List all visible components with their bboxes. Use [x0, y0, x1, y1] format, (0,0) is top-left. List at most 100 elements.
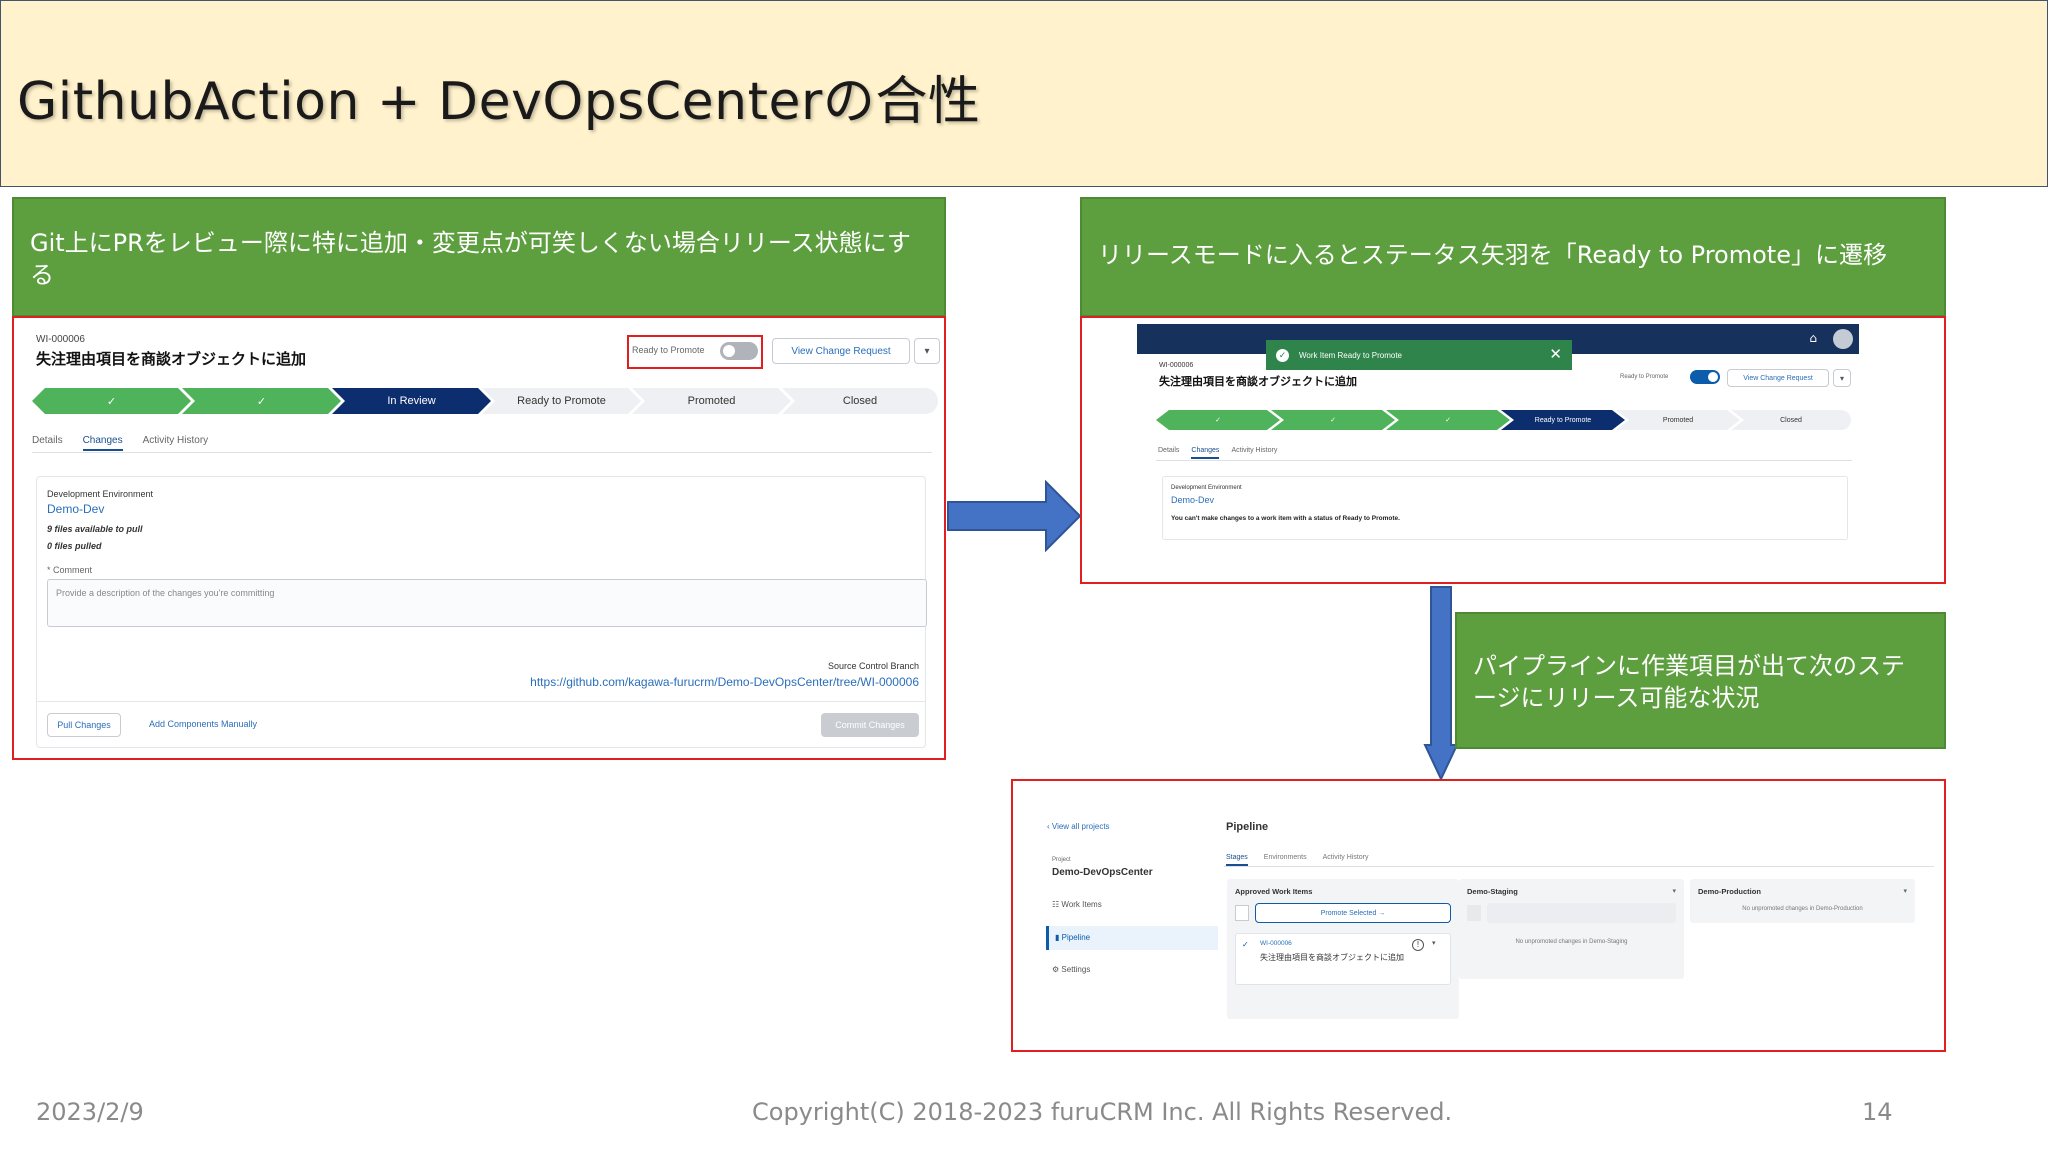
nav-pipeline-label: ▮ Pipeline: [1055, 933, 1090, 942]
tabs-divider-2: [1156, 460, 1852, 461]
source-branch-link[interactable]: https://github.com/kagawa-furucrm/Demo-D…: [530, 675, 919, 689]
stage-path: ✓ ✓ In Review Ready to Promote Promoted Close…: [32, 388, 938, 414]
ss1-stage-1[interactable]: ✓: [32, 388, 191, 414]
card-id[interactable]: WI-000006: [1260, 940, 1292, 947]
arrow-down-icon: [1423, 586, 1459, 781]
tabs-divider: [32, 452, 932, 453]
ss2-stage-6[interactable]: Closed: [1731, 410, 1851, 430]
ss2-tab-changes[interactable]: Changes: [1191, 447, 1220, 459]
home-icon[interactable]: ⌂: [1809, 331, 1817, 345]
column-approved-title: Approved Work Items: [1235, 887, 1313, 896]
ss3-tab-environments[interactable]: Environments: [1264, 854, 1307, 866]
production-menu-icon[interactable]: ▾: [1903, 887, 1907, 895]
ss2-stage-5[interactable]: Promoted: [1616, 410, 1740, 430]
nav-work-items-label: Work Items: [1061, 900, 1102, 909]
dev-env-link-2[interactable]: Demo-Dev: [1171, 495, 1214, 505]
staging-menu-icon[interactable]: ▾: [1672, 887, 1676, 895]
ss2-tab-activity-history[interactable]: Activity History: [1231, 447, 1277, 459]
slide-title: GithubAction + DevOpsCenterの合性: [17, 72, 981, 132]
callout-step2-text: リリースモードに入るとステータス矢羽を「Ready to Promote」に遷移: [1098, 241, 1887, 269]
callout-step3: パイプラインに作業項目が出て次のステージにリリース可能な状況: [1455, 612, 1946, 749]
pipeline-tabs-divider: [1224, 866, 1934, 867]
ss1-stage-2[interactable]: ✓: [182, 388, 341, 414]
gear-icon: ⚙: [1052, 965, 1060, 974]
files-pulled: 0 files pulled: [47, 541, 102, 551]
source-branch-label: Source Control Branch: [827, 661, 919, 671]
pipeline-title: Pipeline: [1226, 821, 1269, 833]
record-tabs: Details Changes Activity History: [32, 435, 208, 451]
footer-divider: [37, 701, 925, 702]
dev-env-link[interactable]: Demo-Dev: [47, 502, 104, 516]
card-menu-icon[interactable]: ▾: [1432, 939, 1436, 947]
callout-step1: Git上にPRをレビュー際に特に追加・変更点が可笑しくない場合リリース状態にする: [12, 197, 946, 317]
card-checkbox[interactable]: ✓: [1242, 940, 1249, 949]
view-change-request-button-2[interactable]: View Change Request: [1727, 369, 1829, 387]
ss2-stage-3[interactable]: ✓: [1386, 410, 1510, 430]
ss2-tab-details[interactable]: Details: [1158, 447, 1179, 459]
column-approved: Approved Work Items Promote Selected → ✓…: [1227, 879, 1459, 1019]
column-staging: Demo-Staging ▾ No unpromoted changes in …: [1459, 879, 1684, 979]
screenshot-work-item-review: WI-000006 失注理由項目を商談オブジェクトに追加 Ready to Pr…: [12, 316, 946, 760]
info-icon[interactable]: !: [1412, 939, 1424, 951]
chevron-down-icon-2[interactable]: ▾: [1833, 369, 1851, 387]
ss2-stage-4[interactable]: Ready to Promote: [1501, 410, 1625, 430]
add-components-link[interactable]: Add Components Manually: [149, 719, 257, 729]
work-item-id-2: WI-000006: [1159, 362, 1194, 369]
ss2-stage-1[interactable]: ✓: [1156, 410, 1280, 430]
avatar[interactable]: [1833, 329, 1853, 349]
staging-promote-button[interactable]: [1487, 903, 1676, 923]
back-link-text: View all projects: [1051, 822, 1110, 831]
production-empty-text: No unpromoted changes in Demo-Production: [1742, 906, 1863, 912]
chevron-down-icon[interactable]: ▾: [914, 338, 940, 364]
close-icon[interactable]: ✕: [1549, 345, 1562, 363]
promote-selected-button[interactable]: Promote Selected →: [1255, 903, 1451, 923]
column-production: Demo-Production ▾ No unpromoted changes …: [1690, 879, 1915, 923]
locked-notice: You can't make changes to a work item wi…: [1171, 515, 1400, 522]
ss2-stage-2[interactable]: ✓: [1271, 410, 1395, 430]
ss1-tab-details[interactable]: Details: [32, 435, 63, 451]
ss1-stage-3[interactable]: In Review: [332, 388, 491, 414]
footer-date: 2023/2/9: [36, 1098, 144, 1126]
comment-input[interactable]: Provide a description of the changes you…: [47, 579, 927, 627]
nav-pipeline[interactable]: ▮ Pipeline: [1046, 926, 1218, 950]
dev-env-label: Development Environment: [47, 489, 154, 499]
ready-toggle[interactable]: [720, 342, 758, 360]
select-all-checkbox[interactable]: [1235, 905, 1249, 921]
nav-pipeline-text: Pipeline: [1061, 933, 1091, 942]
staging-empty-text: No unpromoted changes in Demo-Staging: [1515, 939, 1628, 945]
staging-checkbox[interactable]: [1467, 905, 1481, 921]
back-link[interactable]: ‹ View all projects: [1047, 822, 1110, 831]
ss1-stage-6[interactable]: Closed: [782, 388, 938, 414]
changes-panel: Development Environment Demo-Dev 9 files…: [36, 476, 927, 748]
nav-settings-label: Settings: [1061, 965, 1091, 974]
ss1-tab-activity-history[interactable]: Activity History: [143, 435, 209, 451]
project-label: Project: [1052, 857, 1071, 863]
footer-copyright: Copyright(C) 2018-2023 furuCRM Inc. All …: [752, 1098, 1453, 1126]
success-toast: ✓ Work Item Ready to Promote ✕: [1266, 340, 1572, 370]
ss1-stage-4[interactable]: Ready to Promote: [482, 388, 641, 414]
commit-changes-button[interactable]: Commit Changes: [821, 713, 919, 737]
work-item-card[interactable]: ✓ WI-000006 失注理由項目を商談オブジェクトに追加 ! ▾: [1235, 933, 1451, 985]
pipeline-icon: ▮: [1055, 933, 1062, 942]
nav-settings[interactable]: ⚙ Settings: [1052, 965, 1090, 974]
stage-path-2: ✓ ✓ ✓ Ready to Promote Promoted Closed: [1156, 410, 1851, 430]
ss1-tab-changes[interactable]: Changes: [82, 435, 123, 451]
ss3-tab-stages[interactable]: Stages: [1226, 854, 1248, 866]
arrow-right-icon: [947, 480, 1082, 552]
comment-placeholder: Provide a description of the changes you…: [56, 588, 275, 598]
ss3-tab-activity-history[interactable]: Activity History: [1323, 854, 1369, 866]
toast-text: Work Item Ready to Promote: [1299, 350, 1402, 360]
ready-toggle-label: Ready to Promote: [632, 345, 705, 355]
column-production-title: Demo-Production: [1698, 887, 1761, 896]
check-circle-icon: ✓: [1276, 348, 1289, 362]
callout-step1-text: Git上にPRをレビュー際に特に追加・変更点が可笑しくない場合リリース状態にする: [30, 229, 911, 289]
nav-work-items[interactable]: ☷ Work Items: [1052, 900, 1102, 909]
pull-changes-button[interactable]: Pull Changes: [47, 713, 121, 737]
view-change-request-button[interactable]: View Change Request: [772, 338, 910, 364]
ss1-stage-5[interactable]: Promoted: [632, 388, 791, 414]
callout-step2: リリースモードに入るとステータス矢羽を「Ready to Promote」に遷移: [1080, 197, 1946, 317]
slide-title-bar: GithubAction + DevOpsCenterの合性: [0, 0, 2048, 187]
project-name: Demo-DevOpsCenter: [1052, 867, 1153, 878]
ready-toggle-label-2: Ready to Promote: [1620, 374, 1669, 380]
ready-toggle-2[interactable]: [1690, 370, 1720, 384]
